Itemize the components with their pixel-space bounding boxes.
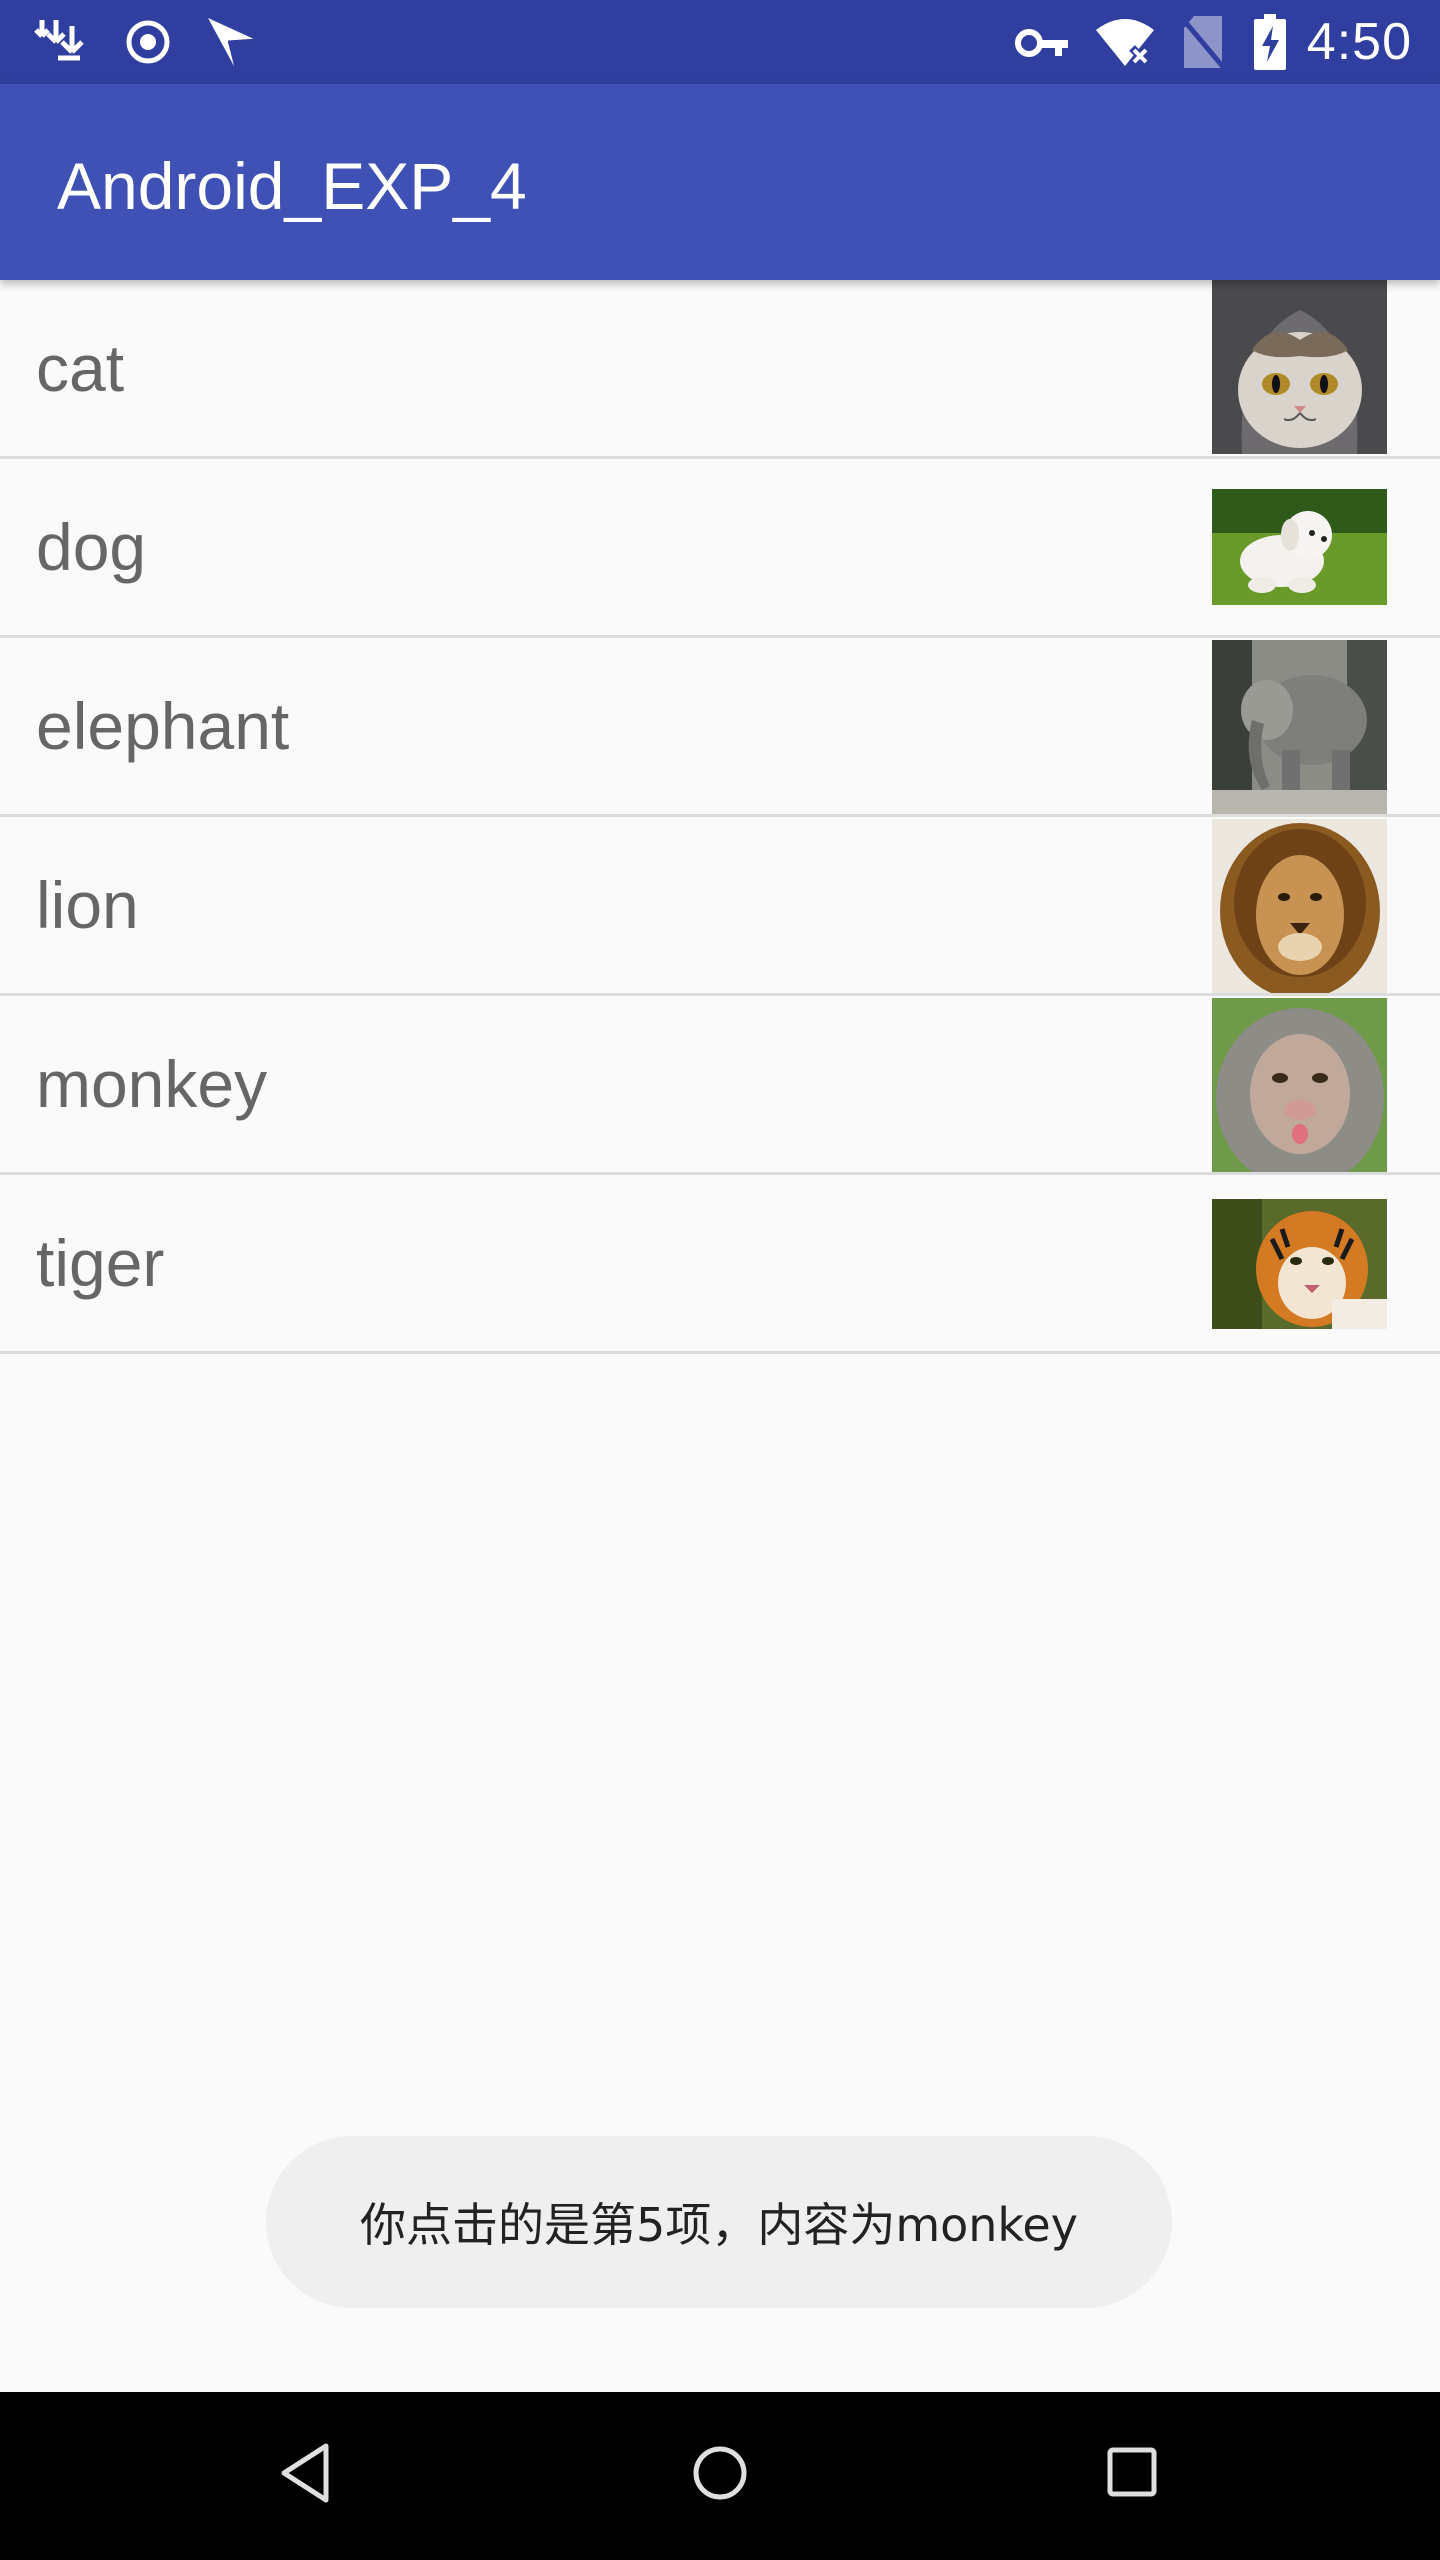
wifi-off-icon xyxy=(1094,16,1156,73)
list-item-lion[interactable]: lion xyxy=(0,817,1440,996)
monkey-photo xyxy=(1212,998,1387,1172)
list-item-label: elephant xyxy=(36,689,290,763)
cat-photo xyxy=(1212,280,1387,454)
recents-icon[interactable] xyxy=(1106,2446,1162,2507)
app-title: Android_EXP_4 xyxy=(57,149,527,223)
list-item-cat[interactable]: cat xyxy=(0,280,1440,459)
list-item-dog[interactable]: dog xyxy=(0,459,1440,638)
list-item-monkey[interactable]: monkey xyxy=(0,996,1440,1175)
send-icon xyxy=(204,14,260,75)
status-time: 4:50 xyxy=(1306,13,1412,71)
list-item-label: tiger xyxy=(36,1226,165,1300)
animal-list: cat dog elephant lion monkey tiger xyxy=(0,280,1440,1354)
list-item-label: lion xyxy=(36,868,139,942)
list-item-label: cat xyxy=(36,331,125,405)
tiger-photo xyxy=(1212,1199,1387,1329)
status-bar: 4:50 xyxy=(0,0,1440,84)
vpn-key-icon xyxy=(1015,26,1071,65)
elephant-photo xyxy=(1212,640,1387,814)
toast-message: 你点击的是第5项，内容为monkey xyxy=(266,2136,1172,2308)
list-item-label: monkey xyxy=(36,1047,268,1121)
app-bar: Android_EXP_4 xyxy=(0,84,1440,280)
home-icon[interactable] xyxy=(690,2442,750,2509)
back-icon[interactable] xyxy=(278,2442,332,2509)
lion-photo xyxy=(1212,819,1387,993)
navigation-bar xyxy=(0,2392,1440,2560)
list-item-elephant[interactable]: elephant xyxy=(0,638,1440,817)
target-icon xyxy=(124,18,172,71)
dog-photo xyxy=(1212,489,1387,605)
no-sim-icon xyxy=(1180,14,1226,75)
list-item-label: dog xyxy=(36,510,147,584)
download-notification-icon xyxy=(34,16,90,73)
list-item-tiger[interactable]: tiger xyxy=(0,1175,1440,1354)
battery-charging-icon xyxy=(1254,14,1286,75)
